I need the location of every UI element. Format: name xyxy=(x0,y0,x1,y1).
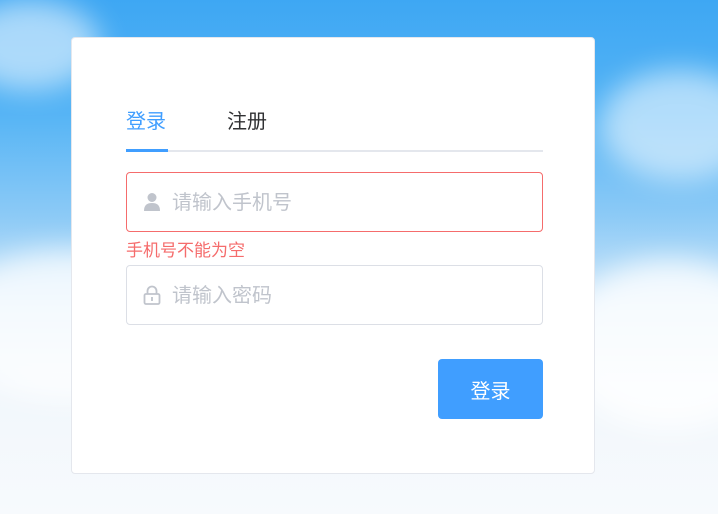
tab-login[interactable]: 登录 xyxy=(126,106,166,150)
phone-field[interactable] xyxy=(126,172,543,232)
user-icon xyxy=(143,192,161,212)
login-button[interactable]: 登录 xyxy=(438,359,543,419)
password-field[interactable] xyxy=(126,265,543,325)
tab-register[interactable]: 注册 xyxy=(227,106,267,150)
lock-icon xyxy=(143,285,161,305)
phone-input[interactable] xyxy=(172,173,532,231)
tab-bar: 登录 注册 xyxy=(126,106,543,152)
phone-error-message: 手机号不能为空 xyxy=(126,241,245,261)
password-input[interactable] xyxy=(172,266,532,324)
tab-divider xyxy=(126,150,543,152)
tab-active-indicator xyxy=(126,149,168,152)
login-card: 登录 注册 手机号不能为空 登录 xyxy=(71,37,595,474)
cloud xyxy=(600,70,718,180)
